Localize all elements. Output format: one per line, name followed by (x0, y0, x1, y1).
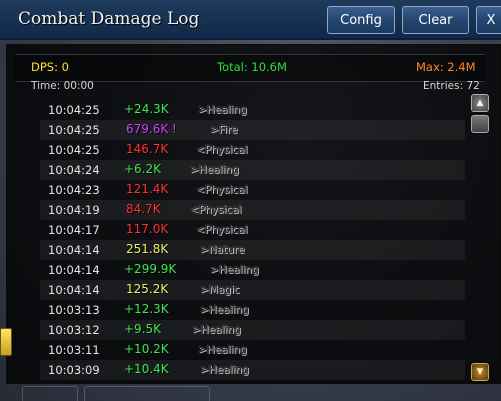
clear-button[interactable]: Clear (402, 6, 469, 34)
close-button[interactable]: X (476, 6, 501, 34)
log-time: 10:03:12 (48, 323, 100, 337)
log-value: 146.7K (126, 142, 169, 156)
log-row: 10:03:13 +12.3K >Healing (40, 300, 465, 320)
log-value: 125.2K (126, 282, 169, 296)
log-time: 10:04:25 (48, 103, 100, 117)
log-row: 10:04:25 146.7K <Physical (40, 140, 465, 160)
log-row: 10:04:25 679.6K ! >Fire (40, 120, 465, 140)
scrollbar-thumb[interactable] (471, 115, 489, 133)
log-value: +10.4K (124, 362, 169, 376)
log-school: <Physical (196, 144, 248, 156)
log-time: 10:04:14 (48, 243, 100, 257)
side-tab-icon[interactable] (0, 328, 12, 356)
log-school: >Magic (200, 284, 240, 296)
title-bar[interactable]: Combat Damage Log Config Clear X (0, 0, 501, 40)
log-row: 10:04:14 125.2K >Magic (40, 280, 465, 300)
log-value: 679.6K ! (126, 122, 177, 136)
log-row: 10:03:12 +9.5K >Healing (40, 320, 465, 340)
log-value: +6.2K (124, 162, 162, 176)
entries-count: Entries: 72 (423, 80, 480, 92)
log-school: >Healing (190, 164, 239, 176)
log-time: 10:04:14 (48, 283, 100, 297)
log-value: +299.9K (124, 262, 177, 276)
log-value: 84.7K (126, 202, 161, 216)
log-school: <Physical (196, 184, 248, 196)
log-time: 10:04:25 (48, 123, 100, 137)
bottom-tab-2[interactable] (84, 386, 210, 401)
log-value: +10.2K (124, 342, 169, 356)
log-time: 10:03:11 (48, 343, 100, 357)
log-school: <Physical (190, 204, 242, 216)
log-list[interactable]: 10:04:25 +24.3K >Healing 10:04:25 679.6K ! >F… (40, 100, 465, 380)
window-title: Combat Damage Log (18, 9, 200, 29)
arrow-up-icon[interactable]: ▲ (471, 94, 489, 112)
log-row: 10:04:23 121.4K <Physical (40, 180, 465, 200)
bottom-tab-strip (22, 386, 212, 401)
log-row: 10:04:24 +6.2K >Healing (40, 160, 465, 180)
log-school: >Fire (210, 124, 238, 136)
max-stat: Max: 2.4M (416, 60, 476, 74)
scroll-to-bottom-icon[interactable]: ▼ (471, 363, 489, 381)
log-school: >Healing (210, 264, 259, 276)
log-value: 117.0K (126, 222, 169, 236)
log-row: 10:04:25 +24.3K >Healing (40, 100, 465, 120)
log-school: >Healing (200, 364, 249, 376)
log-school: >Healing (198, 104, 247, 116)
log-school: >Nature (200, 244, 245, 256)
log-time: 10:04:14 (48, 263, 100, 277)
log-time: 10:04:19 (48, 203, 100, 217)
dps-stat: DPS: 0 (31, 60, 69, 74)
log-row: 10:03:09 +10.4K >Healing (40, 360, 465, 380)
bottom-tab-1[interactable] (22, 386, 78, 401)
log-time: 10:04:24 (48, 163, 100, 177)
log-value: 251.8K (126, 242, 169, 256)
log-school: >Healing (200, 304, 249, 316)
log-value: 121.4K (126, 182, 169, 196)
log-school: >Healing (198, 344, 247, 356)
log-time: 10:04:17 (48, 223, 100, 237)
config-button[interactable]: Config (327, 6, 395, 34)
log-row: 10:04:19 84.7K <Physical (40, 200, 465, 220)
log-time: 10:03:09 (48, 363, 100, 377)
log-value: +9.5K (124, 322, 162, 336)
time-readout: Time: 00:00 (31, 80, 94, 92)
log-time: 10:03:13 (48, 303, 100, 317)
log-row: 10:03:11 +10.2K >Healing (40, 340, 465, 360)
log-value: +24.3K (124, 102, 169, 116)
log-time: 10:04:25 (48, 143, 100, 157)
log-time: 10:04:23 (48, 183, 100, 197)
total-stat: Total: 10.6M (217, 60, 287, 74)
log-value: +12.3K (124, 302, 169, 316)
log-row: 10:04:17 117.0K <Physical (40, 220, 465, 240)
log-school: <Physical (196, 224, 248, 236)
log-row: 10:04:14 +299.9K >Healing (40, 260, 465, 280)
log-school: >Healing (192, 324, 241, 336)
log-row: 10:04:14 251.8K >Nature (40, 240, 465, 260)
